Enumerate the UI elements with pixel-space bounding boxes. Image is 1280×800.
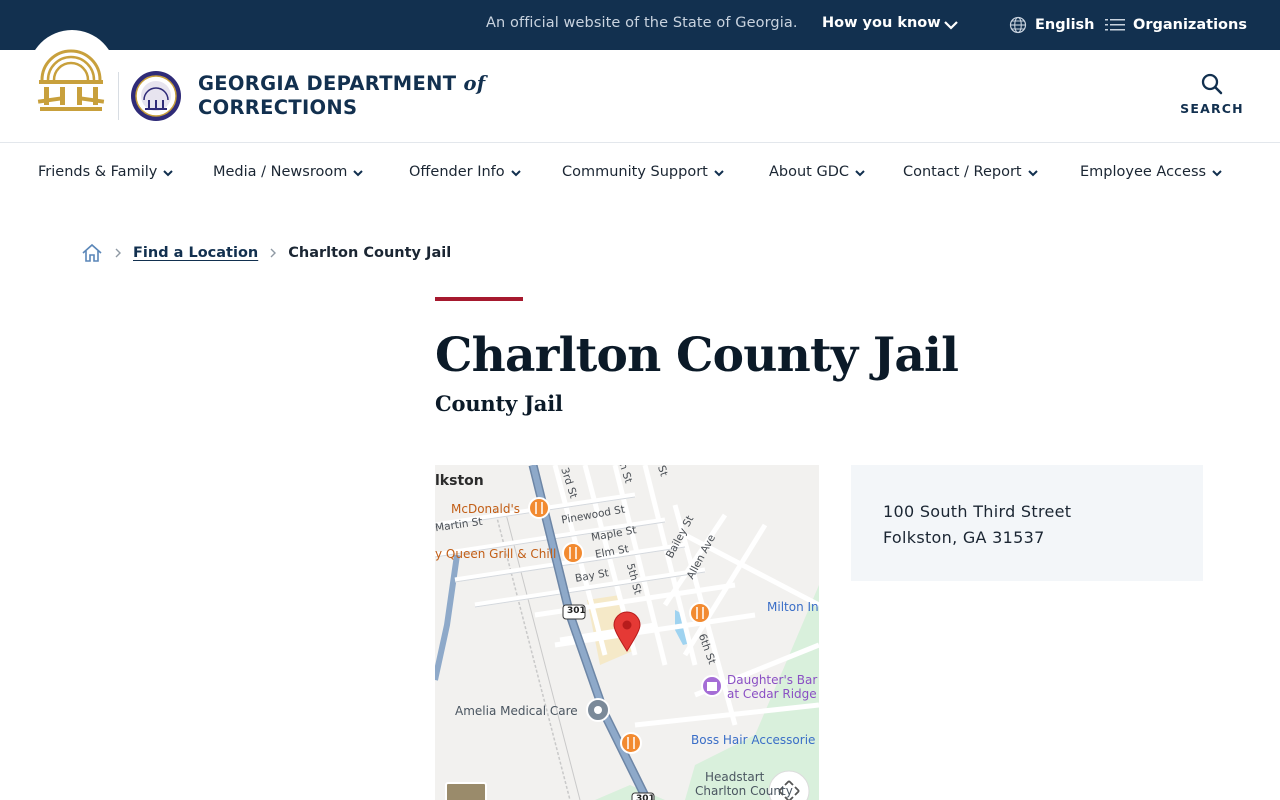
river xyxy=(435,554,460,681)
nav-contact-report[interactable]: Contact / Report xyxy=(903,164,1040,180)
chevron-down-icon xyxy=(510,170,521,177)
nav-employee-access[interactable]: Employee Access xyxy=(1080,164,1224,180)
address-line1: 100 South Third Street xyxy=(883,502,1072,521)
brand-line2: CORRECTIONS xyxy=(198,96,358,119)
chevron-down-icon xyxy=(353,170,364,177)
chevron-down-icon[interactable] xyxy=(942,16,960,34)
home-icon[interactable] xyxy=(81,242,103,264)
address-line2: Folkston, GA 31537 xyxy=(883,528,1045,547)
chevron-right-icon xyxy=(270,248,277,258)
page-title: Charlton County Jail xyxy=(435,328,959,383)
route-301-label: 301 xyxy=(636,794,655,800)
map-place-label[interactable]: Daughter's Bar xyxy=(727,673,817,687)
venue-pin-icon[interactable] xyxy=(701,675,723,697)
organizations-button[interactable]: Organizations xyxy=(1105,14,1247,36)
nav-community-support[interactable]: Community Support xyxy=(562,164,726,180)
medical-pin-icon[interactable] xyxy=(586,698,610,722)
globe-icon xyxy=(1009,16,1027,34)
restaurant-pin-icon[interactable] xyxy=(620,732,642,754)
list-icon xyxy=(1105,19,1125,31)
georgia-arch-logo[interactable] xyxy=(36,40,106,116)
chevron-down-icon xyxy=(163,170,174,177)
search-icon xyxy=(1201,73,1223,95)
route-301-label: 301 xyxy=(567,606,586,616)
map-place-label[interactable]: McDonald's xyxy=(451,502,520,516)
breadcrumb-find-location[interactable]: Find a Location xyxy=(133,245,258,261)
main-navigation: Friends & Family Media / Newsroom Offend… xyxy=(0,143,1280,205)
header-divider xyxy=(118,72,119,120)
chevron-down-icon xyxy=(1212,170,1222,177)
map-place-label[interactable]: y Queen Grill & Chill xyxy=(435,547,556,561)
nav-label: Media / Newsroom xyxy=(213,164,348,180)
official-text: An official website of the State of Geor… xyxy=(486,15,798,31)
restaurant-pin-icon[interactable] xyxy=(528,497,550,519)
site-brand[interactable]: GEORGIA DEPARTMENT of CORRECTIONS xyxy=(198,72,485,120)
chevron-down-icon xyxy=(855,170,865,177)
nav-label: Offender Info xyxy=(409,164,505,180)
restaurant-pin-icon[interactable] xyxy=(562,542,584,564)
site-header: GEORGIA DEPARTMENT of CORRECTIONS SEARCH xyxy=(0,30,1280,143)
brand-of: of xyxy=(463,72,486,95)
map-place-label[interactable]: at Cedar Ridge xyxy=(727,687,817,701)
map-place-label[interactable]: Boss Hair Accessorie xyxy=(691,733,815,747)
search-label: SEARCH xyxy=(1180,101,1244,116)
nav-about-gdc[interactable]: About GDC xyxy=(769,164,867,180)
map-place-label[interactable]: Amelia Medical Care xyxy=(455,704,578,718)
map-place-label[interactable]: Milton In xyxy=(767,600,819,614)
how-you-know-button[interactable]: How you know xyxy=(822,15,941,31)
location-map[interactable]: lkston McDonald's y Queen Grill & Chill … xyxy=(435,465,819,800)
map-place-label: lkston xyxy=(435,473,484,489)
chevron-right-icon xyxy=(115,248,121,258)
gdc-seal-icon[interactable] xyxy=(130,70,182,122)
language-label: English xyxy=(1035,17,1095,33)
restaurant-pin-icon[interactable] xyxy=(689,602,711,624)
map-place-label[interactable]: Charlton County xyxy=(695,784,793,798)
nav-media-newsroom[interactable]: Media / Newsroom xyxy=(213,164,365,180)
brand-line1: GEORGIA DEPARTMENT xyxy=(198,72,457,95)
nav-label: About GDC xyxy=(769,164,850,180)
nav-label: Friends & Family xyxy=(38,164,158,180)
nav-label: Community Support xyxy=(562,164,708,180)
breadcrumb: Find a Location Charlton County Jail xyxy=(81,241,451,265)
nav-offender-info[interactable]: Offender Info xyxy=(409,164,523,180)
organizations-label: Organizations xyxy=(1133,17,1247,33)
map-place-label[interactable]: Headstart xyxy=(705,770,764,784)
nav-label: Contact / Report xyxy=(903,164,1022,180)
official-banner: An official website of the State of Geor… xyxy=(0,0,1280,50)
breadcrumb-current: Charlton County Jail xyxy=(288,245,452,261)
search-button[interactable]: SEARCH xyxy=(1178,72,1246,124)
language-selector[interactable]: English xyxy=(1009,14,1095,36)
address-card: 100 South Third Street Folkston, GA 3153… xyxy=(851,465,1203,581)
chevron-down-icon xyxy=(1027,170,1038,177)
chevron-down-icon xyxy=(714,170,724,177)
page-subtitle: County Jail xyxy=(435,391,563,416)
nav-label: Employee Access xyxy=(1080,164,1207,180)
nav-friends-family[interactable]: Friends & Family xyxy=(38,164,175,180)
title-accent-line xyxy=(435,297,523,301)
map-type-thumbnail[interactable] xyxy=(445,782,487,800)
